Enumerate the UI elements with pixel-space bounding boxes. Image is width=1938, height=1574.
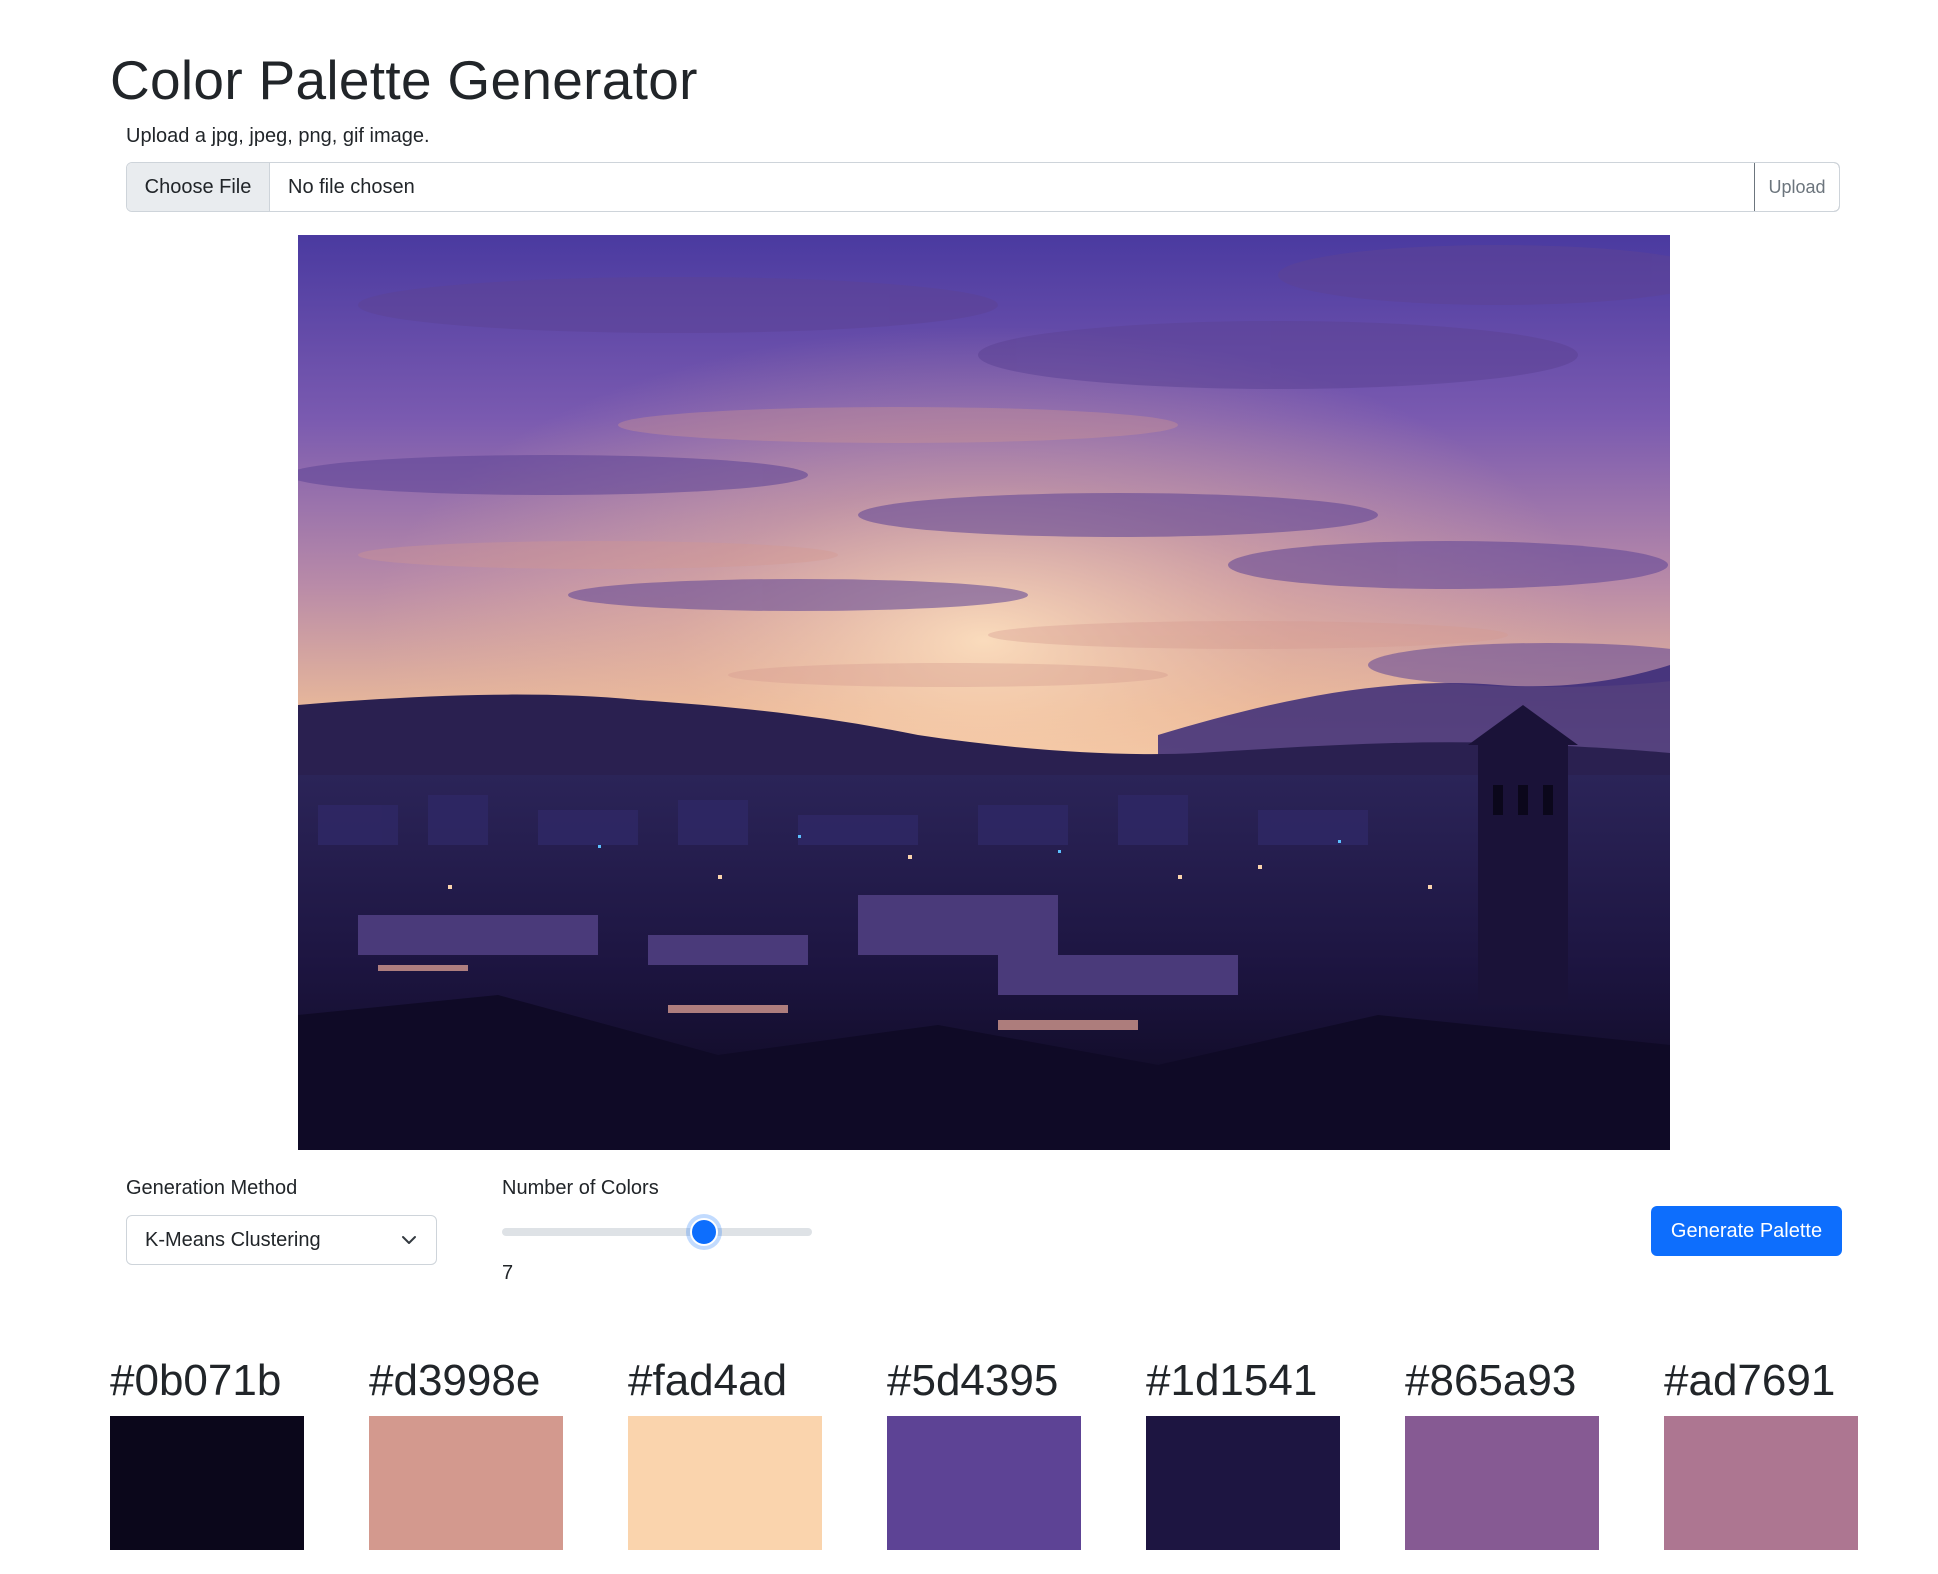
swatch-hex-label: #ad7691 bbox=[1664, 1356, 1836, 1405]
color-swatch bbox=[110, 1416, 304, 1550]
color-swatch bbox=[887, 1416, 1081, 1550]
swatch-hex-label: #1d1541 bbox=[1146, 1356, 1318, 1405]
upload-hint: Upload a jpg, jpeg, png, gif image. bbox=[126, 125, 430, 147]
swatch-hex-label: #fad4ad bbox=[628, 1356, 788, 1405]
color-swatch bbox=[1664, 1416, 1858, 1550]
slider-thumb[interactable] bbox=[689, 1218, 718, 1246]
swatch-hex-label: #d3998e bbox=[369, 1356, 541, 1405]
swatch-hex-label: #0b071b bbox=[110, 1356, 282, 1405]
slider-track[interactable] bbox=[502, 1228, 812, 1236]
number-of-colors-label: Number of Colors bbox=[502, 1177, 659, 1199]
page-title: Color Palette Generator bbox=[110, 49, 698, 111]
file-input-group: Choose File No file chosen Upload bbox=[126, 162, 1840, 212]
file-status-text[interactable]: No file chosen bbox=[270, 163, 1754, 211]
preview-image bbox=[298, 235, 1670, 1150]
generation-method-label: Generation Method bbox=[126, 1177, 298, 1199]
upload-button[interactable]: Upload bbox=[1754, 163, 1839, 211]
color-swatch bbox=[369, 1416, 563, 1550]
number-of-colors-value: 7 bbox=[502, 1262, 514, 1284]
choose-file-button[interactable]: Choose File bbox=[127, 163, 270, 211]
generation-method-value: K-Means Clustering bbox=[145, 1228, 321, 1251]
color-swatch bbox=[1146, 1416, 1340, 1550]
page: Color Palette Generator Upload a jpg, jp… bbox=[0, 0, 1938, 1574]
swatch-hex-label: #865a93 bbox=[1405, 1356, 1577, 1405]
color-swatch bbox=[1405, 1416, 1599, 1550]
swatch-hex-label: #5d4395 bbox=[887, 1356, 1059, 1405]
generate-palette-button[interactable]: Generate Palette bbox=[1651, 1206, 1842, 1256]
generation-method-select[interactable]: K-Means Clustering bbox=[126, 1215, 437, 1265]
chevron-down-icon bbox=[402, 1236, 416, 1244]
number-of-colors-slider[interactable] bbox=[502, 1218, 812, 1246]
color-swatch bbox=[628, 1416, 822, 1550]
